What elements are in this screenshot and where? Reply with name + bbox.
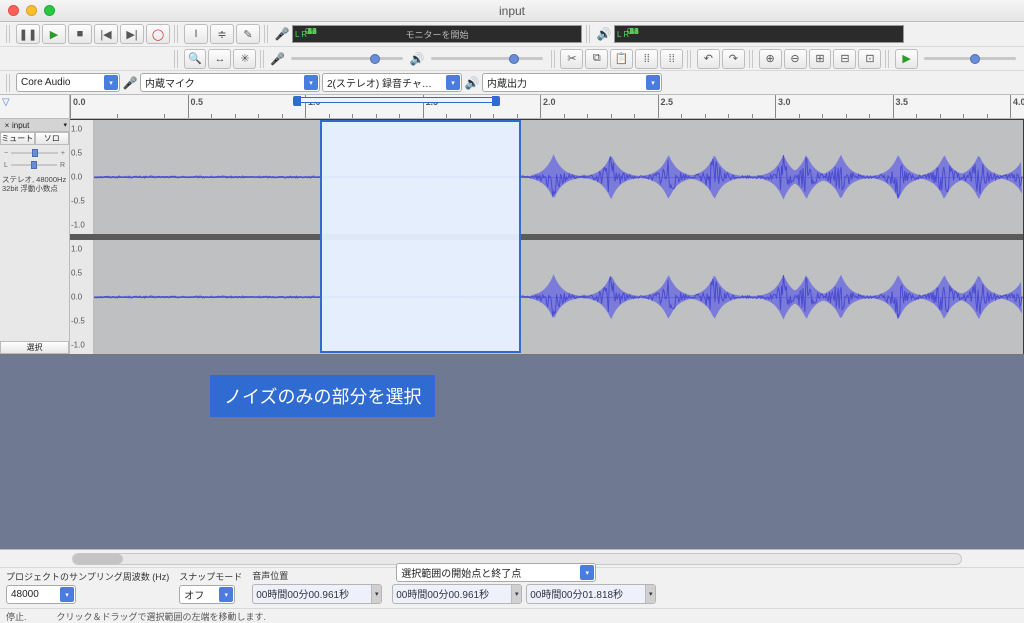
selection-start-field[interactable]: 00時間00分00.961秒▾: [392, 584, 522, 604]
paste-button[interactable]: 📋: [610, 49, 633, 69]
track-control-panel: × input ▾ ミュート ソロ −+ LR ステレオ, 48000Hz 32…: [0, 119, 70, 354]
playback-meter[interactable]: L R -54-48-42-36-30-24-18-12-60: [614, 25, 904, 43]
pan-slider[interactable]: LR: [4, 159, 65, 171]
copy-button[interactable]: ⧉: [585, 49, 608, 69]
fit-project-button[interactable]: ⊟: [833, 49, 856, 69]
undo-button[interactable]: ↶: [697, 49, 720, 69]
pinned-play-head-icon[interactable]: ▽: [2, 97, 16, 111]
annotation-callout: ノイズのみの部分を選択: [210, 375, 435, 417]
timeline-ruler-row: ▽ 0.00.51.01.52.02.53.03.54.0: [0, 95, 1024, 119]
record-button[interactable]: ◯: [146, 24, 170, 44]
toolbar-grip[interactable]: [174, 25, 180, 43]
timeshift-tool-button[interactable]: ↔: [208, 49, 231, 69]
toolbar-grip[interactable]: [749, 50, 755, 68]
status-hint: クリック＆ドラッグで選択範囲の左端を移動します.: [57, 610, 267, 623]
selection-mode-combo[interactable]: 選択範囲の開始点と終了点▾: [396, 563, 596, 582]
stop-button[interactable]: ■: [68, 24, 92, 44]
snap-label: スナップモード: [179, 570, 242, 583]
timeline-ruler[interactable]: 0.00.51.01.52.02.53.03.54.0: [70, 95, 1024, 118]
track-select-button[interactable]: 選択: [0, 341, 69, 354]
playback-device-combo[interactable]: 内蔵出力▾: [482, 73, 662, 92]
titlebar: input: [0, 0, 1024, 22]
play-at-speed-button[interactable]: ▶: [895, 49, 918, 69]
track-format-info: ステレオ, 48000Hz 32bit 浮動小数点: [0, 173, 69, 195]
audio-position-label: 音声位置: [252, 569, 382, 582]
zoom-in-button[interactable]: ⊕: [759, 49, 782, 69]
playback-volume-slider[interactable]: [427, 50, 547, 68]
skip-start-button[interactable]: |◀: [94, 24, 118, 44]
mute-button[interactable]: ミュート: [0, 132, 35, 145]
project-rate-combo[interactable]: 48000▾: [6, 585, 76, 604]
recording-device-combo[interactable]: 内蔵マイク▾: [140, 73, 320, 92]
empty-track-area: ノイズのみの部分を選択: [0, 355, 1024, 580]
project-rate-label: プロジェクトのサンプリング周波数 (Hz): [6, 570, 169, 583]
recording-volume-slider[interactable]: [287, 50, 407, 68]
speaker-icon: 🔊: [464, 75, 480, 91]
gain-slider[interactable]: −+: [4, 147, 65, 159]
footer: プロジェクトのサンプリング周波数 (Hz) 48000▾ スナップモード オフ▾…: [0, 549, 1024, 623]
zoom-toggle-button[interactable]: ⊡: [858, 49, 881, 69]
vertical-scale: 1.0 0.5 0.0 -0.5 -1.0: [70, 240, 94, 354]
mic-icon: 🎤: [274, 26, 290, 42]
toolbar-grip[interactable]: [6, 74, 12, 92]
audio-host-combo[interactable]: Core Audio▾: [16, 73, 120, 92]
toolbar-grip[interactable]: [551, 50, 557, 68]
playback-speed-slider[interactable]: [920, 50, 1020, 68]
solo-button[interactable]: ソロ: [35, 132, 70, 145]
selection-end-field[interactable]: 00時間00分01.818秒▾: [526, 584, 656, 604]
toolbar-grip[interactable]: [174, 50, 180, 68]
toolbar-grip[interactable]: [687, 50, 693, 68]
vertical-scale: 1.0 0.5 0.0 -0.5 -1.0: [70, 120, 94, 234]
window-title: input: [0, 4, 1024, 18]
silence-button[interactable]: ⁞⁞: [660, 49, 683, 69]
recording-meter[interactable]: L R モニターを開始 -54-48-42-36-30-24-18-12-60: [292, 25, 582, 43]
envelope-tool-button[interactable]: ≑: [210, 24, 234, 44]
mic-icon: 🎤: [122, 75, 138, 91]
toolbar-grip[interactable]: [264, 25, 270, 43]
tracks-area: × input ▾ ミュート ソロ −+ LR ステレオ, 48000Hz 32…: [0, 119, 1024, 355]
track-name-label: input: [12, 121, 29, 130]
mic-icon: 🎤: [270, 51, 285, 67]
cut-button[interactable]: ✂: [560, 49, 583, 69]
waveform-area[interactable]: 1.0 0.5 0.0 -0.5 -1.0 1.0 0.5 0.0 -0.5 -…: [70, 119, 1024, 354]
speaker-icon: 🔊: [596, 26, 612, 42]
toolbar-grip[interactable]: [586, 25, 592, 43]
toolbar-grip[interactable]: [260, 50, 266, 68]
speaker-icon: 🔊: [409, 51, 424, 67]
trim-button[interactable]: ⁞⁞: [635, 49, 658, 69]
audio-position-field[interactable]: 00時間00分00.961秒▾: [252, 584, 382, 604]
track-menu-icon[interactable]: ▾: [63, 121, 67, 129]
toolbar-grip[interactable]: [6, 25, 12, 43]
draw-tool-button[interactable]: ✎: [236, 24, 260, 44]
redo-button[interactable]: ↷: [722, 49, 745, 69]
play-button[interactable]: ▶: [42, 24, 66, 44]
toolbars: ❚❚ ▶ ■ |◀ ▶| ◯ I ≑ ✎ 🎤 L R モニターを開始 -54-4…: [0, 22, 1024, 95]
pause-button[interactable]: ❚❚: [16, 24, 40, 44]
status-bar: 停止. クリック＆ドラッグで選択範囲の左端を移動します.: [0, 608, 1024, 623]
audio-selection[interactable]: [320, 120, 521, 353]
zoom-out-button[interactable]: ⊖: [784, 49, 807, 69]
fit-selection-button[interactable]: ⊞: [809, 49, 832, 69]
recording-channels-combo[interactable]: 2(ステレオ) 録音チャ…▾: [322, 73, 462, 92]
waveform-channel-left[interactable]: 1.0 0.5 0.0 -0.5 -1.0: [70, 120, 1023, 234]
waveform-channel-right[interactable]: 1.0 0.5 0.0 -0.5 -1.0: [70, 240, 1023, 354]
status-state: 停止.: [6, 610, 27, 623]
track-close-button[interactable]: ×: [2, 121, 12, 130]
selection-tool-button[interactable]: I: [184, 24, 208, 44]
toolbar-grip[interactable]: [885, 50, 891, 68]
multi-tool-button[interactable]: ✳: [233, 49, 256, 69]
track-header[interactable]: × input ▾: [0, 119, 69, 132]
ruler-corner: ▽: [0, 95, 70, 118]
skip-end-button[interactable]: ▶|: [120, 24, 144, 44]
snap-combo[interactable]: オフ▾: [179, 585, 235, 604]
zoom-tool-button[interactable]: 🔍: [184, 49, 207, 69]
